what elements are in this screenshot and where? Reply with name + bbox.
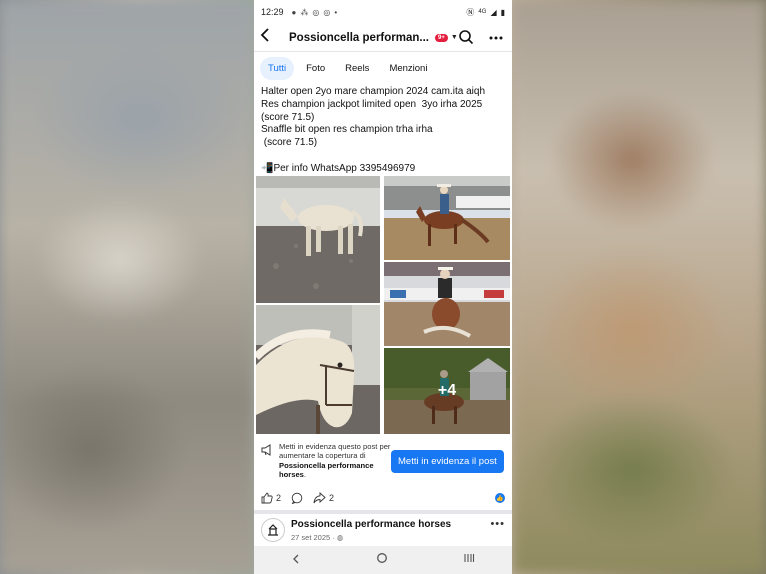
next-post-meta: Possioncella performance horses 27 set 2…	[291, 519, 451, 542]
tab-tutti[interactable]: Tutti	[260, 56, 295, 80]
photo-more-rider[interactable]: +4	[384, 348, 510, 434]
nav-recents-icon[interactable]	[463, 551, 475, 569]
like-count: 2	[276, 493, 282, 503]
back-arrow-icon[interactable]	[260, 28, 279, 47]
comment-action[interactable]	[291, 492, 303, 504]
next-post-date: 27 set 2025 · ◍	[291, 533, 451, 542]
boost-promo: Metti in evidenza questo post per aument…	[254, 438, 512, 484]
share-count: 2	[329, 493, 335, 503]
battery-icon: ▮	[500, 7, 505, 17]
boost-promo-text-2: .	[303, 470, 307, 480]
status-right: Ⓝ 4G ◢ ▮	[466, 7, 505, 18]
post-text: Halter open 2yo mare champion 2024 cam.i…	[261, 86, 486, 174]
signal-icon: ◢	[490, 7, 497, 17]
network-label: 4G	[478, 9, 487, 15]
more-photos-count: +4	[437, 382, 457, 399]
photo-palomino-head[interactable]	[256, 305, 380, 434]
next-post-header: Possioncella performance horses 27 set 2…	[254, 514, 512, 546]
chat-icon: ●	[291, 7, 297, 17]
photo-reining-rider-1[interactable]	[384, 176, 510, 260]
android-nav-bar	[254, 546, 512, 574]
photo-reining-rider-2[interactable]	[384, 262, 510, 346]
photo-palomino-arena[interactable]	[256, 176, 380, 303]
like-action[interactable]: 2	[261, 492, 281, 504]
tab-menzioni[interactable]: Menzioni	[381, 57, 435, 80]
share-icon	[313, 492, 326, 504]
post-actions: 2 2 👍	[254, 486, 512, 510]
megaphone-icon	[261, 443, 275, 461]
dot-icon: •	[334, 7, 338, 17]
more-options-icon[interactable]	[489, 36, 506, 40]
like-icon	[261, 492, 273, 504]
background-blur-right	[512, 0, 766, 574]
status-time: 12:29	[261, 7, 284, 17]
globe-icon: ◍	[336, 532, 344, 542]
tab-foto[interactable]: Foto	[298, 57, 333, 80]
page-title[interactable]: Possioncella performan...	[289, 32, 429, 44]
nav-home-icon[interactable]	[376, 551, 388, 569]
photo-grid: +4	[256, 176, 510, 434]
next-post-date-text: 27 set 2025 ·	[291, 532, 335, 542]
nav-back-icon[interactable]	[291, 551, 301, 569]
instagram-icon: ◎	[323, 7, 331, 17]
instagram-icon: ◎	[312, 7, 320, 17]
share-action[interactable]: 2	[313, 492, 334, 504]
comment-icon	[291, 492, 303, 504]
filter-tabs: Tutti Foto Reels Menzioni	[254, 52, 512, 84]
search-icon[interactable]	[458, 29, 475, 47]
more-photos-overlay[interactable]: +4	[384, 348, 510, 434]
apps-icon: ⁂	[300, 7, 309, 17]
chevron-down-icon[interactable]: ▼	[451, 34, 458, 41]
background-blur-left	[0, 0, 254, 574]
boost-promo-text: Metti in evidenza questo post per aument…	[279, 442, 399, 480]
next-post-author[interactable]: Possioncella performance horses	[291, 519, 451, 530]
page-header: Possioncella performan... 9+ ▼	[254, 24, 512, 52]
status-bar: 12:29 ● ⁂ ◎ ◎ • Ⓝ 4G ◢ ▮	[254, 0, 512, 24]
boost-promo-text-1: Metti in evidenza questo post per aument…	[279, 442, 391, 461]
tab-reels[interactable]: Reels	[337, 57, 377, 80]
page-avatar[interactable]	[261, 518, 285, 542]
boost-post-button[interactable]: Metti in evidenza il post	[391, 450, 504, 473]
phone-screen: 12:29 ● ⁂ ◎ ◎ • Ⓝ 4G ◢ ▮ Possioncella pe…	[254, 0, 512, 574]
next-post-more-icon[interactable]: •••	[490, 518, 505, 530]
notification-badge: 9+	[434, 33, 448, 42]
boost-promo-page-name: Possioncella performance horses	[279, 460, 374, 480]
reaction-like-icon[interactable]: 👍	[495, 493, 505, 503]
nfc-icon: Ⓝ	[466, 7, 475, 17]
